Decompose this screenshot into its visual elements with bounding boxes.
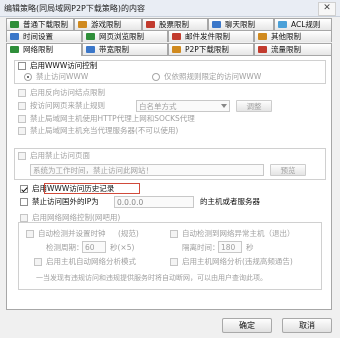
monitor-enable-checkbox[interactable]	[20, 214, 28, 222]
block-proxy-server-checkbox[interactable]	[18, 127, 26, 135]
web-rules-checkbox[interactable]	[18, 102, 26, 110]
block-proxy-server-label: 禁止局域网主机充当代理服务器(不可以使用)	[30, 126, 179, 135]
reminder-text-input[interactable]: 系统为工作时间，禁止访问此网站！	[30, 164, 264, 176]
auto-disconnect-checkbox[interactable]	[170, 230, 178, 238]
interval-unit: 秒(×5)	[110, 243, 135, 252]
tab-stock-limit[interactable]: 股票限制	[142, 18, 208, 30]
enable-reminder-checkbox[interactable]	[18, 152, 26, 160]
interval-input[interactable]: 60	[82, 241, 106, 253]
tab-game-limit[interactable]: 游戏限制	[74, 18, 142, 30]
mail-icon	[172, 33, 181, 40]
www-enable-checkbox[interactable]	[18, 62, 26, 70]
clock-icon	[10, 33, 19, 40]
reverse-network-checkbox[interactable]	[18, 89, 26, 97]
game-icon	[78, 21, 87, 28]
auto-detect-label: 自动检测并设置时钟	[38, 229, 106, 238]
rule-www-label: 仅依照规则限定的访问WWW	[164, 72, 262, 81]
auto-disconnect-label: 自动检测到网络异常主机（退出）	[182, 229, 295, 238]
browser-icon	[86, 33, 95, 40]
tab-normal-download-limit[interactable]: 普通下载限制	[6, 18, 74, 30]
isolate-unit: 秒	[246, 243, 254, 252]
tab-mail-send-limit[interactable]: 邮件发件限制	[168, 30, 254, 42]
title-bar: 编辑策略(同局域网P2P下载策略)的内容 ✕	[0, 0, 340, 17]
preview-button[interactable]: 预览	[270, 164, 306, 176]
tab-bandwidth-limit[interactable]: 带宽限制	[82, 43, 168, 55]
enable-reminder-label: 启用禁止访问页面	[30, 151, 90, 160]
auto-detect-checkbox[interactable]	[26, 230, 34, 238]
www-history-checkbox[interactable]	[20, 185, 28, 193]
tab-other-limit[interactable]: 其他限制	[254, 30, 332, 42]
monitor-note: 一当发现有违规访问和违规提供服务时将自动断网，可以由用户查询此项。	[36, 274, 267, 282]
deny-all-www-radio[interactable]	[24, 73, 32, 81]
tab-time-settings[interactable]: 时间设置	[6, 30, 82, 42]
block-ip-suffix: 的主机或者服务器	[200, 197, 260, 206]
web-rules-label: 按访问网页来禁止规则	[30, 101, 105, 110]
ip-address-input[interactable]: 0.0.0.0	[114, 196, 194, 208]
acl-icon	[278, 21, 287, 28]
close-button[interactable]: ✕	[318, 2, 336, 16]
chevron-down-icon	[221, 104, 227, 108]
tab-network-limit[interactable]: 网络限制	[6, 43, 82, 56]
auto-analysis-checkbox[interactable]	[34, 258, 42, 266]
chat-icon	[212, 21, 221, 28]
reverse-network-label: 启用反向访问结点限制	[30, 88, 105, 97]
isolate-label: 隔离时间：	[182, 243, 220, 252]
block-proxy-label: 禁止局域网主机使用HTTP代理上网和SOCKS代理	[30, 114, 195, 123]
rule-www-radio[interactable]	[152, 73, 160, 81]
tab-traffic-limit[interactable]: 流量限制	[254, 43, 332, 55]
p2p-icon	[172, 46, 181, 53]
tab-web-browse-limit[interactable]: 网页浏览限制	[82, 30, 168, 42]
bandwidth-icon	[86, 46, 95, 53]
block-ip-label: 禁止访问国外的IP为	[32, 197, 99, 206]
tab-chat-limit[interactable]: 聊天限制	[208, 18, 274, 30]
web-rules-select[interactable]: 白名单方式	[136, 100, 230, 112]
tab-p2p-download-limit[interactable]: P2P下载限制	[168, 43, 254, 55]
monitor-enable-label: 启用网络网络控制(网吧用)	[32, 213, 121, 222]
cancel-button[interactable]: 取消	[282, 318, 332, 333]
auto-detect-note: (规范)	[118, 229, 139, 238]
tab-acl-rules[interactable]: ACL规则	[274, 18, 332, 30]
ok-button[interactable]: 确定	[222, 318, 272, 333]
stock-icon	[146, 21, 155, 28]
network-icon	[10, 46, 19, 53]
adjust-button[interactable]: 调整	[236, 100, 272, 112]
auto-analysis-label: 启用主机自动网络分析模式	[46, 257, 136, 266]
violation-analysis-checkbox[interactable]	[170, 258, 178, 266]
www-enable-label: 启用WWW访问控制	[30, 61, 98, 70]
block-proxy-checkbox[interactable]	[18, 115, 26, 123]
isolate-input[interactable]: 180	[218, 241, 242, 253]
other-icon	[258, 33, 267, 40]
traffic-icon	[258, 46, 267, 53]
highlight-box	[44, 183, 140, 194]
block-ip-checkbox[interactable]	[20, 198, 28, 206]
deny-all-www-label: 禁止访问WWW	[36, 72, 89, 81]
violation-analysis-label: 启用主机网络分析(违规高频通告)	[182, 257, 293, 266]
interval-label: 检测周期：	[46, 243, 84, 252]
window-title: 编辑策略(同局域网P2P下载策略)的内容	[4, 4, 145, 13]
download-icon	[10, 21, 19, 28]
